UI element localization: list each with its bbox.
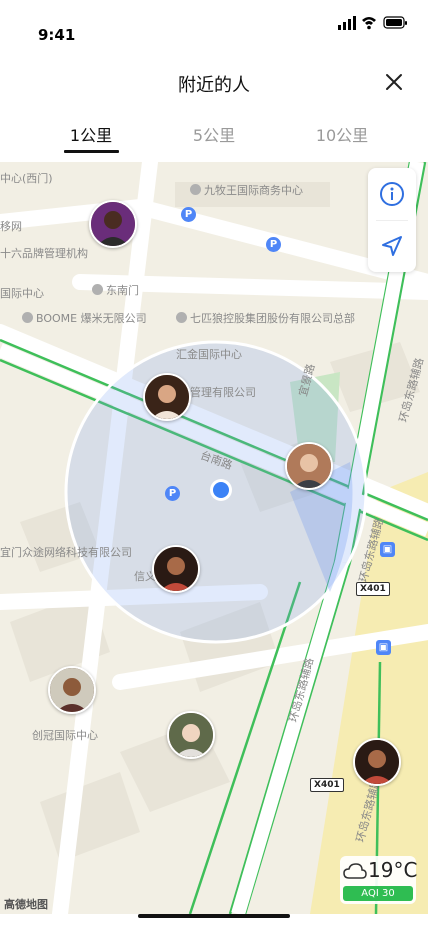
poi-label: 中心(西门) [0,172,53,185]
aqi-badge: AQI 30 [343,886,413,901]
poi-label: 十六品牌管理机构 [0,247,88,260]
poi-icon [22,312,33,323]
map-view[interactable]: 中心(西门) 九牧王国际商务中心 移网 十六品牌管理机构 国际中心 东南门 BO… [0,162,428,914]
signal-icon [338,16,356,30]
parking-icon: P [165,486,180,501]
tab-10km[interactable]: 10公里 [292,122,392,146]
distance-tabs: 1公里 5公里 10公里 [0,108,428,162]
route-badge: X401 [356,582,390,596]
poi-label: 宜门众途网络科技有限公司 [0,546,132,559]
user-avatar[interactable] [152,545,200,593]
locate-button[interactable] [368,220,416,272]
map-logo: 高德地图 [4,898,48,911]
cloud-icon [343,863,367,879]
tab-indicator [64,150,119,153]
route-badge: X401 [310,778,344,792]
location-arrow-icon [382,236,402,256]
poi-label: 国际中心 [0,287,44,300]
bus-stop-icon: ▣ [376,640,391,655]
poi-label: BOOME 爆米无限公司 [22,310,147,326]
battery-icon [383,16,407,29]
poi-label: 九牧王国际商务中心 [190,182,303,198]
info-icon [380,182,404,206]
poi-label: 汇金国际中心 [176,348,242,361]
user-avatar[interactable] [48,666,96,714]
weather-widget: 19°C AQI 30 [340,856,418,904]
user-avatar[interactable] [353,738,401,786]
status-bar: 9:41 [0,0,428,56]
home-indicator[interactable] [138,914,290,918]
bus-stop-icon: ▣ [380,542,395,557]
user-avatar[interactable] [89,200,137,248]
poi-icon [92,284,103,295]
poi-icon [190,184,201,195]
poi-label: 移网 [0,220,22,233]
temperature: 19°C [368,858,418,882]
tab-1km[interactable]: 1公里 [41,122,141,146]
user-avatar[interactable] [167,711,215,759]
info-button[interactable] [368,168,416,220]
poi-label: 管理有限公司 [190,386,256,399]
close-icon [386,74,402,90]
poi-label: 创冠国际中心 [32,729,98,742]
page-title: 附近的人 [178,75,250,96]
poi-label: 东南门 [92,282,139,298]
status-time: 9:41 [38,26,76,44]
poi-label: 七匹狼控股集团股份有限公司总部 [176,310,355,326]
wifi-icon [362,17,376,30]
user-avatar[interactable] [143,373,191,421]
system-icons [338,15,408,35]
parking-icon: P [181,207,196,222]
user-avatar[interactable] [285,442,333,490]
map-controls [368,168,416,272]
nav-bar: 附近的人 [0,56,428,109]
tab-5km[interactable]: 5公里 [164,122,264,146]
parking-icon: P [266,237,281,252]
poi-icon [176,312,187,323]
close-button[interactable] [384,72,404,92]
